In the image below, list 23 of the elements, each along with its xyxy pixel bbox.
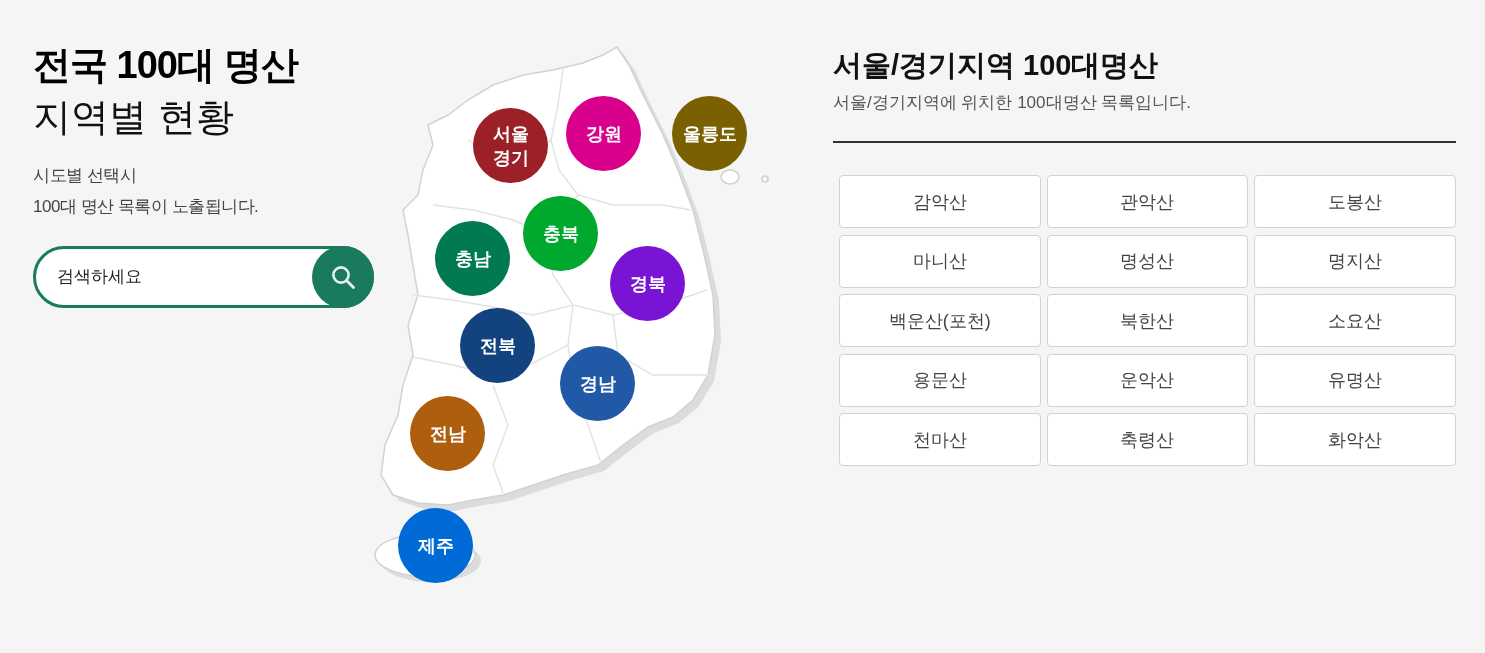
- mountain-button[interactable]: 운악산: [1046, 353, 1249, 407]
- list-description: 서울/경기지역에 위치한 100대명산 목록입니다.: [833, 92, 1191, 114]
- mountain-button[interactable]: 화악산: [1254, 413, 1456, 466]
- list-title: 서울/경기지역 100대명산: [833, 48, 1159, 83]
- region-button[interactable]: 제주: [398, 508, 473, 583]
- page-title: 전국 100대 명산: [33, 43, 298, 88]
- mountain-button[interactable]: 명성산: [1046, 234, 1249, 288]
- mountain-button[interactable]: 용문산: [839, 353, 1041, 407]
- mountain-button[interactable]: 백운산(포천): [839, 294, 1041, 347]
- mountain-button[interactable]: 북한산: [1046, 294, 1249, 347]
- instruction-text: 시도별 선택시 100대 명산 목록이 노출됩니다.: [33, 165, 259, 218]
- mountain-button[interactable]: 유명산: [1254, 353, 1456, 407]
- mountain-button[interactable]: 명지산: [1254, 234, 1456, 288]
- mountain-button[interactable]: 축령산: [1046, 413, 1249, 466]
- region-button[interactable]: 울릉도: [672, 96, 747, 171]
- mountain-button[interactable]: 소요산: [1254, 294, 1456, 347]
- mountain-button[interactable]: 천마산: [839, 413, 1041, 466]
- mountain-button[interactable]: 감악산: [839, 175, 1041, 228]
- page-subtitle: 지역별 현황: [33, 95, 234, 140]
- mountain-button[interactable]: 마니산: [839, 234, 1041, 288]
- mountain-button[interactable]: 도봉산: [1254, 175, 1456, 228]
- search-icon: [331, 265, 355, 289]
- mountain-button[interactable]: 관악산: [1046, 175, 1249, 228]
